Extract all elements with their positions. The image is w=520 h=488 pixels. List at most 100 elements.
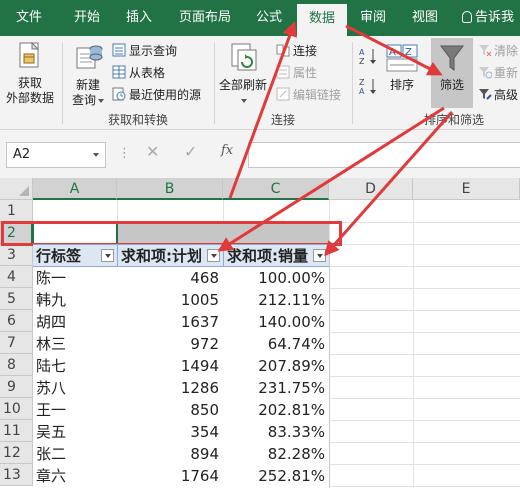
- tab-insert[interactable]: 插入: [118, 0, 160, 36]
- pivot-row-label[interactable]: 章六: [33, 465, 117, 487]
- pivot-row-label[interactable]: 胡四: [33, 311, 117, 333]
- pivot-sales-value[interactable]: 140.00%: [223, 311, 329, 333]
- tell-me-search[interactable]: 告诉我: [462, 0, 520, 36]
- ribbon-tab-bar: 文件 开始 插入 页面布局 公式 数据 审阅 视图 告诉我: [0, 0, 520, 36]
- pivot-row-label[interactable]: 陆七: [33, 355, 117, 377]
- grid-line: [329, 420, 520, 421]
- row-header-5[interactable]: 5: [0, 288, 33, 310]
- clear-filter-button[interactable]: 清除: [478, 42, 518, 60]
- tab-home[interactable]: 开始: [62, 0, 112, 36]
- pivot-plan-value[interactable]: 1005: [117, 289, 223, 311]
- pivot-sales-value[interactable]: 212.11%: [223, 289, 329, 311]
- pivot-plan-value[interactable]: 354: [117, 421, 223, 443]
- reapply-button[interactable]: 重新: [478, 64, 518, 82]
- row-header-7[interactable]: 7: [0, 332, 33, 354]
- row-labels-filter-dropdown[interactable]: [101, 249, 114, 262]
- edit-links-button[interactable]: 编辑链接: [276, 86, 341, 104]
- pivot-row-label[interactable]: 吴五: [33, 421, 117, 443]
- pivot-plan-value[interactable]: 468: [117, 267, 223, 289]
- pivot-sales-value[interactable]: 64.74%: [223, 333, 329, 355]
- row-header-1[interactable]: 1: [0, 200, 33, 222]
- group-separator: [352, 42, 353, 124]
- cancel-entry-icon[interactable]: ✕: [146, 142, 159, 161]
- tab-formulas[interactable]: 公式: [248, 0, 290, 36]
- row-header-10[interactable]: 10: [0, 398, 33, 420]
- group-label-sort-filter: 排序和筛选: [424, 113, 485, 127]
- pivot-plan-value[interactable]: 894: [117, 443, 223, 465]
- sort-button[interactable]: A Z 排序: [382, 40, 422, 108]
- row-header-12[interactable]: 12: [0, 442, 33, 464]
- row-header-13[interactable]: 13: [0, 464, 33, 486]
- pivot-sales-value[interactable]: 207.89%: [223, 355, 329, 377]
- group-separator: [214, 42, 215, 124]
- chevron-down-icon[interactable]: [93, 153, 99, 157]
- column-header-e[interactable]: E: [413, 178, 520, 200]
- properties-label: 属性: [293, 66, 318, 80]
- svg-text:A: A: [359, 48, 365, 57]
- pivot-plan-value[interactable]: 972: [117, 333, 223, 355]
- formula-input[interactable]: [248, 142, 520, 168]
- row-header-11[interactable]: 11: [0, 420, 33, 442]
- refresh-icon: [231, 43, 257, 71]
- pivot-plan-value[interactable]: 1494: [117, 355, 223, 377]
- tab-file[interactable]: 文件: [10, 0, 48, 36]
- show-queries-button[interactable]: 显示查询: [112, 42, 177, 60]
- select-all-button[interactable]: [0, 178, 33, 200]
- edit-links-icon: [276, 87, 290, 101]
- pivot-row-label[interactable]: 韩九: [33, 289, 117, 311]
- row-header-9[interactable]: 9: [0, 376, 33, 398]
- pivot-header-plan[interactable]: 求和项:计划: [118, 245, 206, 267]
- pivot-plan-value[interactable]: 850: [117, 399, 223, 421]
- pivot-row-label[interactable]: 陈一: [33, 267, 117, 289]
- refresh-all-button[interactable]: 全部刷新: [218, 40, 268, 108]
- row-header-8[interactable]: 8: [0, 354, 33, 376]
- sales-filter-dropdown[interactable]: [313, 249, 326, 262]
- tab-view[interactable]: 视图: [404, 0, 446, 36]
- svg-text:A: A: [359, 87, 365, 96]
- pivot-sales-value[interactable]: 100.00%: [223, 267, 329, 289]
- advanced-filter-button[interactable]: 高级: [478, 86, 518, 104]
- pivot-plan-value[interactable]: 1286: [117, 377, 223, 399]
- column-header-c[interactable]: C: [223, 178, 329, 200]
- plan-filter-dropdown[interactable]: [207, 249, 220, 262]
- pivot-header-sales[interactable]: 求和项:销量: [224, 245, 312, 267]
- pivot-row-label[interactable]: 苏八: [33, 377, 117, 399]
- pivot-row-label[interactable]: 张二: [33, 443, 117, 465]
- row-header-4[interactable]: 4: [0, 266, 33, 288]
- pivot-sales-value[interactable]: 82.28%: [223, 443, 329, 465]
- pivot-sales-value[interactable]: 252.81%: [223, 465, 329, 487]
- tab-page-layout[interactable]: 页面布局: [170, 0, 240, 36]
- pivot-plan-value[interactable]: 1764: [117, 465, 223, 487]
- properties-button[interactable]: 属性: [276, 64, 317, 82]
- pivot-sales-value[interactable]: 83.33%: [223, 421, 329, 443]
- new-query-button[interactable]: 新建 查询: [66, 40, 110, 108]
- filter-button[interactable]: 筛选: [431, 38, 473, 108]
- pivot-header-row-labels[interactable]: 行标签: [33, 245, 99, 267]
- column-header-a[interactable]: A: [33, 178, 117, 200]
- enter-entry-icon[interactable]: ✓: [184, 142, 197, 161]
- from-table-button[interactable]: 从表格: [112, 64, 165, 82]
- get-external-data-button[interactable]: 获取 外部数据: [2, 40, 58, 108]
- grid-line: [329, 354, 520, 355]
- pivot-sales-value[interactable]: 202.81%: [223, 399, 329, 421]
- row-header-3[interactable]: 3: [0, 244, 33, 266]
- sort-ascending-button[interactable]: A Z: [358, 46, 378, 66]
- column-header-b[interactable]: B: [117, 178, 223, 200]
- pivot-plan-value[interactable]: 1637: [117, 311, 223, 333]
- insert-function-icon[interactable]: fx: [221, 143, 233, 158]
- name-box[interactable]: A2: [6, 142, 106, 168]
- sort-descending-button[interactable]: Z A: [358, 76, 378, 96]
- formula-bar-grip-icon[interactable]: ⋮: [118, 146, 131, 161]
- row-header-6[interactable]: 6: [0, 310, 33, 332]
- tab-review[interactable]: 审阅: [352, 0, 394, 36]
- column-header-d[interactable]: D: [329, 178, 413, 200]
- pivot-sales-value[interactable]: 231.75%: [223, 377, 329, 399]
- new-query-icon: [76, 45, 103, 69]
- pivot-row-label[interactable]: 王一: [33, 399, 117, 421]
- worksheet-grid[interactable]: A B C D E 1 2 3 4 5 6 7 8 9 10 11 12 13 …: [0, 178, 520, 488]
- connections-button[interactable]: 连接: [276, 42, 317, 60]
- recent-sources-button[interactable]: 最近使用的源: [112, 86, 201, 104]
- tab-data[interactable]: 数据: [297, 4, 347, 36]
- group-label-get-transform: 获取和转换: [108, 113, 169, 127]
- pivot-row-label[interactable]: 林三: [33, 333, 117, 355]
